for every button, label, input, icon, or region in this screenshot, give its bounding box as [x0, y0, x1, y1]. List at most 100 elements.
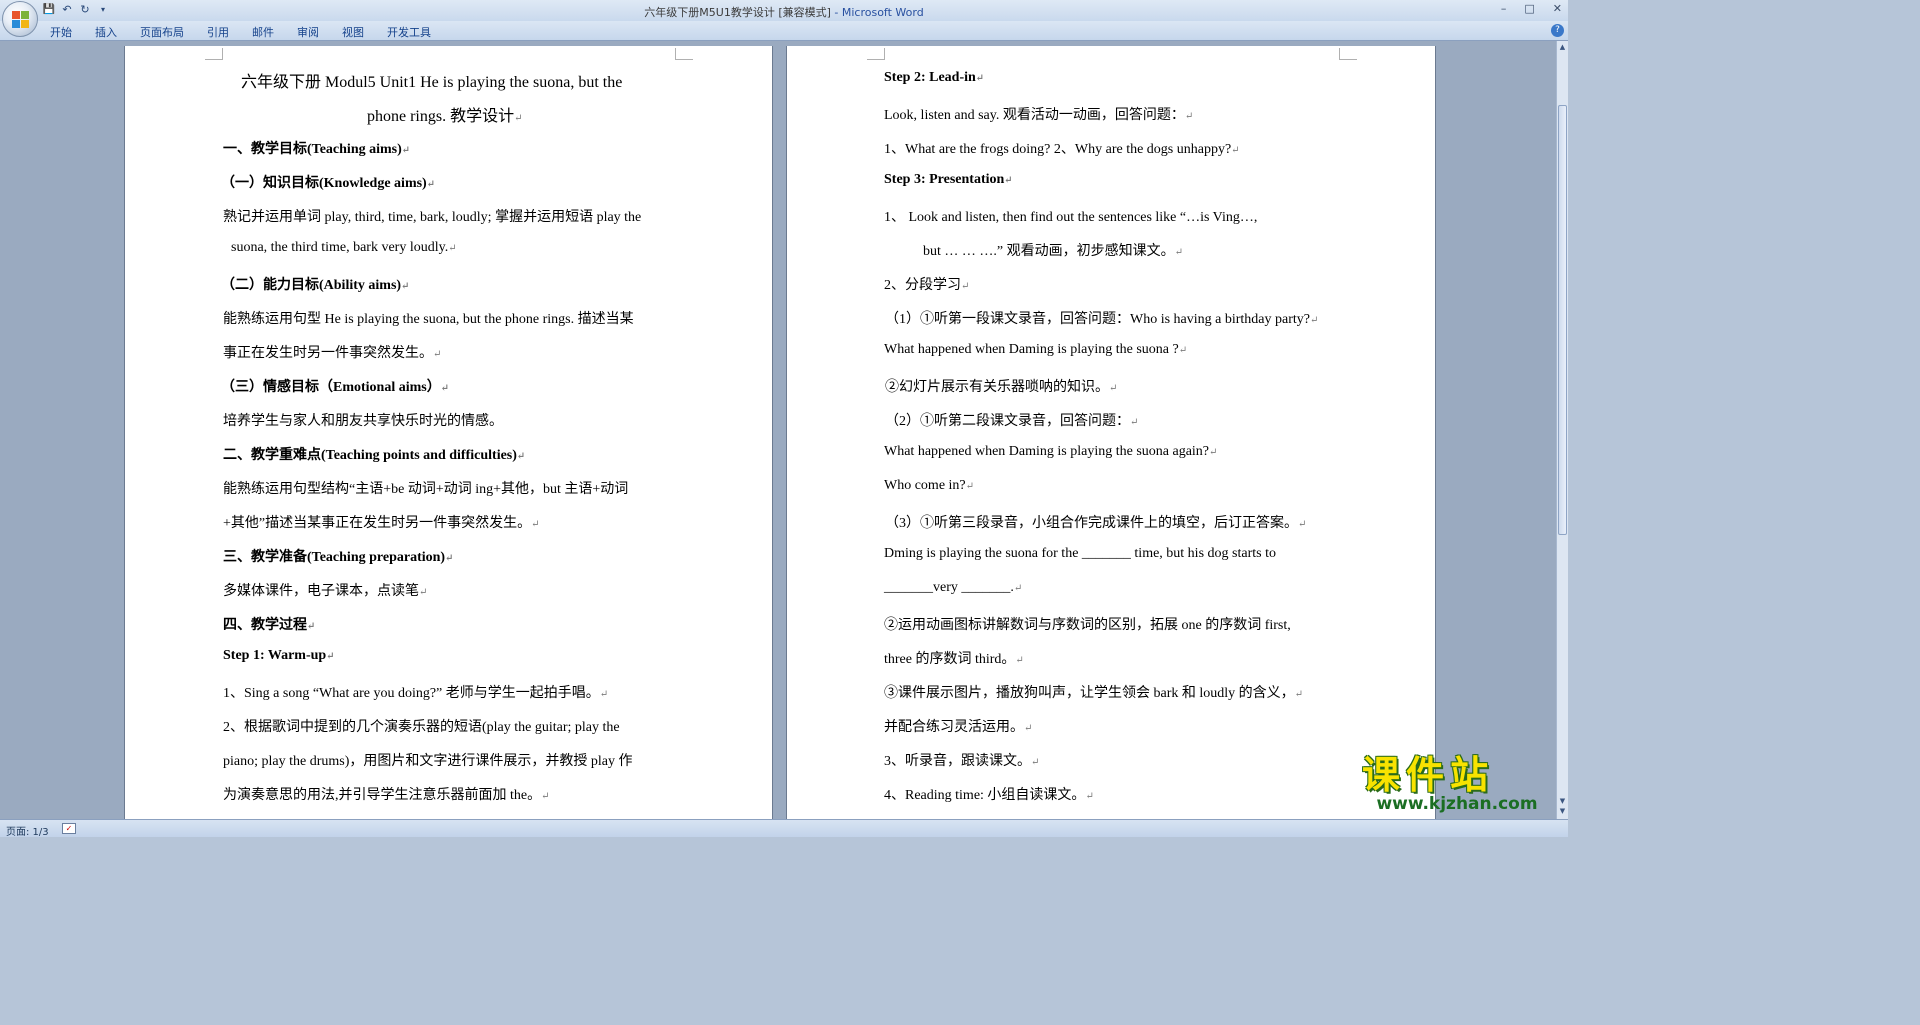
page1-line: 能熟练运用句型结构“主语+be 动词+动词 ing+其他，but 主语+动词: [223, 478, 628, 498]
paragraph-mark-icon: ↵: [1231, 145, 1240, 156]
tab-view[interactable]: 视图: [342, 24, 364, 40]
page2-line: _______very _______.↵: [884, 580, 1022, 596]
document-title-line-1-text: 六年级下册 Modul5 Unit1 He is playing the suo…: [241, 74, 623, 91]
status-bar: 页面: 1/3 ✓: [0, 819, 1568, 838]
office-orb-icon[interactable]: [2, 1, 38, 37]
document-title-line-2-text: phone rings. 教学设计: [367, 108, 515, 125]
document-page-1[interactable]: 六年级下册 Modul5 Unit1 He is playing the suo…: [124, 46, 773, 819]
page2-line-text: 3、听录音，跟读课文。: [884, 754, 1031, 769]
page2-line: 1、 Look and listen, then find out the se…: [884, 206, 1257, 226]
page2-line-text: 2、分段学习: [884, 278, 961, 293]
scrollbar-thumb[interactable]: [1558, 105, 1567, 535]
page2-line: 并配合练习灵活运用。↵: [884, 716, 1032, 736]
page2-line-text: What happened when Daming is playing the…: [884, 444, 1210, 459]
paragraph-mark-icon: ↵: [307, 621, 316, 632]
page2-line: ②运用动画图标讲解数词与序数词的区别，拓展 one 的序数词 first,: [884, 614, 1291, 634]
paragraph-mark-icon: ↵: [1294, 689, 1304, 700]
page2-line-text: but … … ….” 观看动画，初步感知课文。: [923, 244, 1175, 259]
page2-line: What happened when Daming is playing the…: [884, 444, 1217, 460]
page1-line-text: （三）情感目标（Emotional aims）: [221, 380, 441, 395]
page2-line: 1、What are the frogs doing? 2、Why are th…: [884, 138, 1240, 158]
page1-line-text: 多媒体课件，电子课本，点读笔: [223, 584, 419, 599]
tab-home[interactable]: 开始: [50, 24, 72, 40]
margin-corner-mark: [675, 48, 693, 60]
paragraph-mark-icon: ↵: [961, 281, 970, 292]
page1-line-text: 2、根据歌词中提到的几个演奏乐器的短语(play the guitar; pla…: [223, 720, 620, 735]
tab-mailings[interactable]: 邮件: [252, 24, 274, 40]
page1-line: 四、教学过程↵: [223, 614, 315, 634]
tab-insert[interactable]: 插入: [95, 24, 117, 40]
page-count-status[interactable]: 页面: 1/3: [6, 823, 49, 838]
page2-line-text: 1、 Look and listen, then find out the se…: [884, 210, 1258, 225]
page1-line: 1、Sing a song “What are you doing?” 老师与学…: [223, 682, 608, 702]
minimize-button[interactable]: –: [1501, 2, 1507, 15]
page1-line: 事正在发生时另一件事突然发生。↵: [223, 342, 441, 362]
page2-line-text: （2）①听第二段课文录音，回答问题：: [885, 414, 1130, 429]
scroll-down-icon[interactable]: ▼: [1558, 807, 1567, 816]
app-name: - Microsoft Word: [830, 6, 924, 19]
paragraph-mark-icon: ↵: [1184, 111, 1194, 122]
paragraph-mark-icon: ↵: [975, 73, 985, 84]
page2-line: Look, listen and say. 观看活动一动画，回答问题：↵: [884, 104, 1193, 124]
page1-line: （二）能力目标(Ability aims)↵: [221, 274, 409, 294]
paragraph-mark-icon: ↵: [1031, 757, 1040, 768]
page2-line: 2、分段学习↵: [884, 274, 969, 294]
page2-line: ②幻灯片展示有关乐器唢呐的知识。↵: [885, 376, 1117, 396]
page2-line: （3）①听第三段录音，小组合作完成课件上的填空，后订正答案。↵: [885, 512, 1306, 532]
paragraph-mark-icon: ↵: [1013, 583, 1023, 594]
paragraph-mark-icon: ↵: [1109, 383, 1118, 394]
paragraph-mark-icon: ↵: [1015, 655, 1024, 666]
document-name: 六年级下册M5U1教学设计 [兼容模式]: [644, 6, 831, 19]
scroll-up-icon[interactable]: ▲: [1558, 43, 1567, 52]
page1-line: piano; play the drums)，用图片和文字进行课件展示，并教授 …: [223, 750, 632, 770]
page1-line: 一、教学目标(Teaching aims)↵: [223, 138, 410, 158]
spellcheck-icon[interactable]: ✓: [62, 823, 76, 834]
document-title-line-1: 六年级下册 Modul5 Unit1 He is playing the suo…: [241, 68, 622, 92]
document-page-2[interactable]: Step 2: Lead-in↵ Look, listen and say. 观看…: [786, 46, 1436, 819]
paragraph-mark-icon: ↵: [514, 113, 523, 124]
page1-line-text: suona, the third time, bark very loudly.: [231, 240, 449, 255]
paragraph-mark-icon: ↵: [1130, 417, 1139, 428]
maximize-button[interactable]: □: [1524, 2, 1534, 15]
page1-line: +其他”描述当某事正在发生时另一件事突然发生。↵: [223, 512, 540, 532]
help-icon[interactable]: ?: [1551, 24, 1564, 37]
page2-line: （2）①听第二段课文录音，回答问题：↵: [885, 410, 1138, 430]
tab-page-layout[interactable]: 页面布局: [140, 24, 184, 40]
kjzhan-watermark-logo: 课件站 www.kjzhan.com: [1362, 754, 1552, 820]
page2-line: 4、Reading time: 小组自读课文。↵: [884, 784, 1094, 804]
document-title-line-2: phone rings. 教学设计↵: [367, 102, 523, 126]
watermark-cn-text: 课件站: [1362, 753, 1495, 797]
page2-line: but … … ….” 观看动画，初步感知课文。↵: [923, 240, 1183, 260]
page1-line-text: 培养学生与家人和朋友共享快乐时光的情感。: [223, 414, 503, 429]
page2-line-text: ②幻灯片展示有关乐器唢呐的知识。: [885, 380, 1109, 395]
paragraph-mark-icon: ↵: [401, 281, 410, 292]
page1-line-text: 熟记并运用单词 play, third, time, bark, loudly;…: [223, 210, 642, 225]
page1-line: 能熟练运用句型 He is playing the suona, but the…: [223, 308, 634, 328]
page1-line-text: 事正在发生时另一件事突然发生。: [223, 346, 433, 361]
paragraph-mark-icon: ↵: [1024, 723, 1033, 734]
scroll-down-icon[interactable]: ▼: [1558, 797, 1567, 806]
vertical-scrollbar[interactable]: ▲ ▼ ▼: [1556, 41, 1568, 819]
paragraph-mark-icon: ↵: [1298, 519, 1307, 530]
page2-line-text: （1）①听第一段课文录音，回答问题：Who is having a birthd…: [885, 312, 1311, 327]
paragraph-mark-icon: ↵: [401, 145, 411, 156]
paragraph-mark-icon: ↵: [1310, 315, 1319, 326]
tab-references[interactable]: 引用: [207, 24, 229, 40]
page1-line-text: （一）知识目标(Knowledge aims): [221, 176, 427, 191]
margin-corner-mark: [205, 48, 223, 60]
tab-review[interactable]: 审阅: [297, 24, 319, 40]
page1-line: 二、教学重难点(Teaching points and difficulties…: [223, 444, 525, 464]
paragraph-mark-icon: ↵: [1178, 345, 1188, 356]
page2-line-text: Step 2: Lead-in: [884, 70, 976, 85]
tab-developer[interactable]: 开发工具: [387, 24, 431, 40]
page2-line-text: _______very _______.: [884, 580, 1014, 595]
paragraph-mark-icon: ↵: [1085, 791, 1094, 802]
page2-line-text: Step 3: Presentation: [884, 172, 1005, 187]
page1-line-text: 一、教学目标(Teaching aims): [223, 142, 402, 157]
page1-line: （三）情感目标（Emotional aims）↵: [221, 376, 449, 396]
page2-line-text: 并配合练习灵活运用。: [884, 720, 1024, 735]
paragraph-mark-icon: ↵: [1209, 447, 1218, 458]
page1-line: （一）知识目标(Knowledge aims)↵: [221, 172, 435, 192]
close-button[interactable]: ✕: [1553, 2, 1562, 15]
page2-line-text: 1、What are the frogs doing? 2、Why are th…: [884, 142, 1232, 157]
